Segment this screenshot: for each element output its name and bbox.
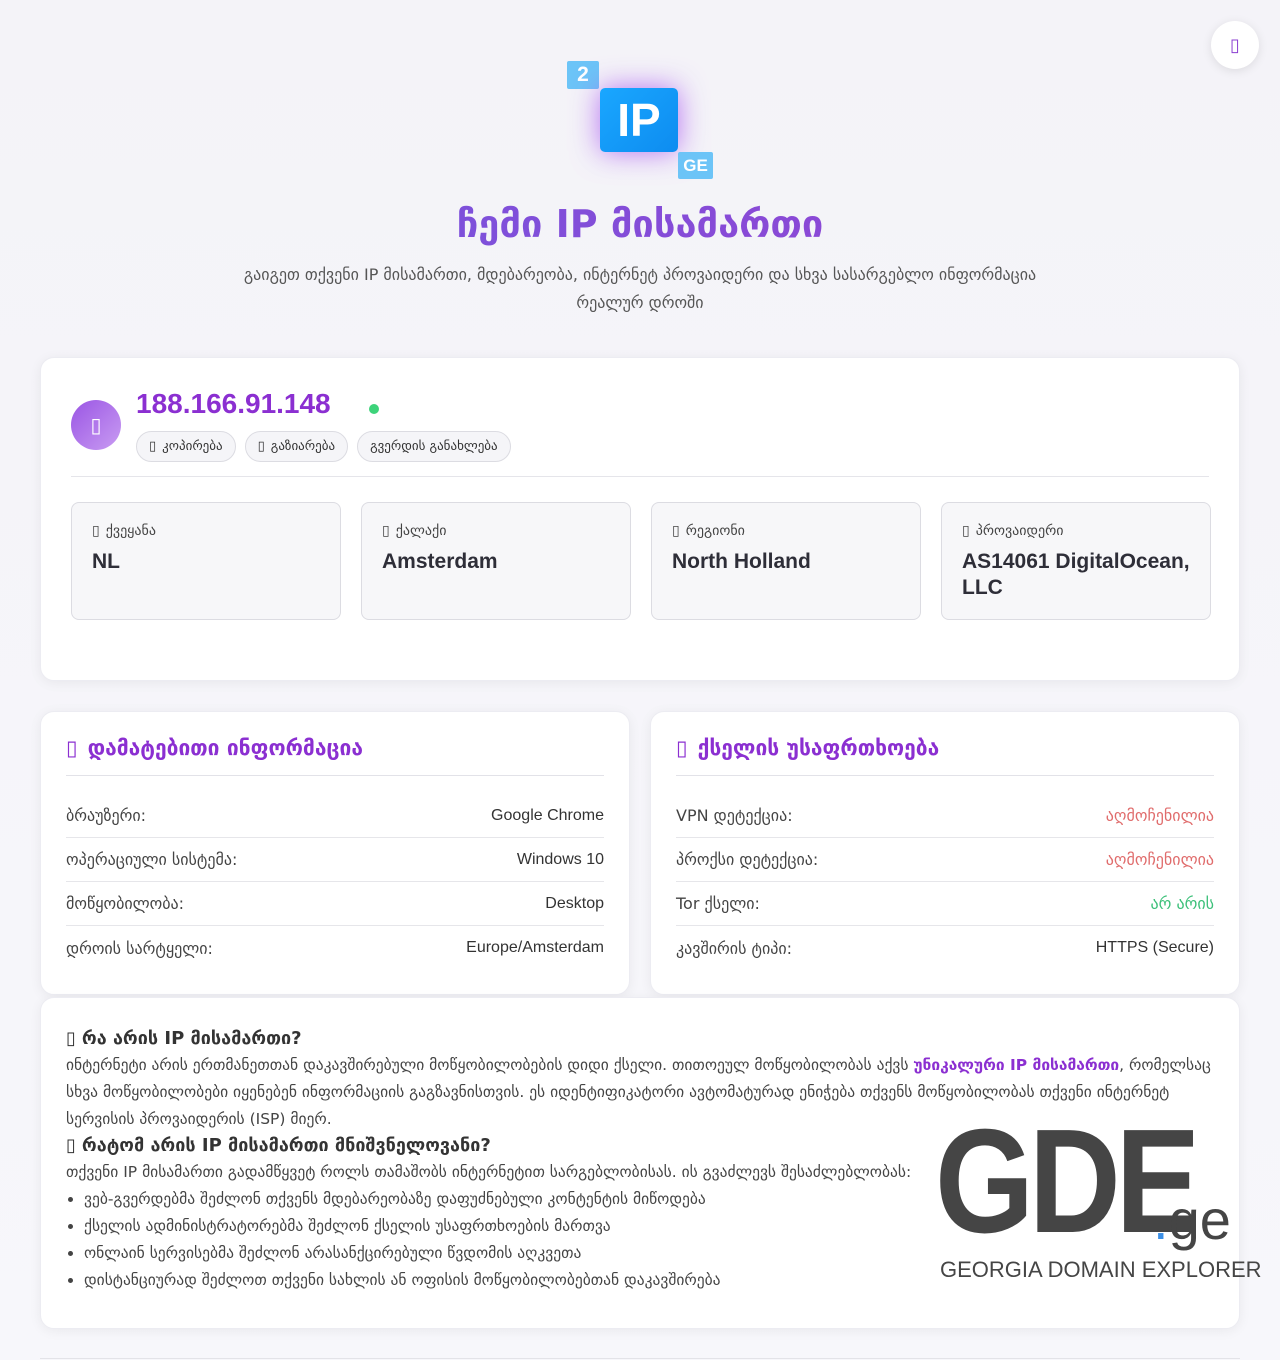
stat-region-label: ▯ რეგიონი	[672, 523, 900, 539]
stat-provider-label-text: პროვაიდერი	[975, 523, 1064, 539]
info-value: Europe/Amsterdam	[466, 939, 604, 956]
lightbulb-icon: ▯	[66, 1135, 76, 1156]
stat-city: ▯ ქალაქი Amsterdam	[361, 502, 631, 620]
stat-country-label: ▯ ქვეყანა	[92, 523, 320, 539]
logo-ip: IP	[600, 88, 678, 152]
share-label: გაზიარება	[270, 439, 336, 454]
info-icon: ▯	[66, 736, 78, 760]
shield-icon: ▯	[676, 736, 688, 760]
stat-provider-value: AS14061 DigitalOcean, LLC	[962, 550, 1190, 599]
gde-tld-text: ge	[1168, 1188, 1231, 1251]
security-key: Tor ქსელი:	[676, 894, 760, 913]
vpn-status: აღმოჩენილია	[1105, 806, 1214, 825]
stat-country-label-text: ქვეყანა	[105, 523, 156, 539]
about-heading-1-text: რა არის IP მისამართი?	[81, 1028, 302, 1049]
page-title: ჩემი IP მისამართი	[0, 202, 1280, 246]
network-glyph: ▯	[90, 413, 102, 437]
info-key: დროის სარტყელი:	[66, 938, 213, 958]
security-title-text: ქსელის უსაფრთხოება	[697, 736, 940, 760]
info-key: ბრაუზერი:	[66, 806, 147, 825]
extra-info-rows: ბრაუზერი: Google Chrome ოპერაციული სისტე…	[66, 794, 604, 970]
theme-toggle-button[interactable]: ▯	[1211, 21, 1259, 69]
about-heading-1: ▯ რა არის IP მისამართი?	[66, 1026, 1216, 1052]
gde-dot: .	[1153, 1188, 1169, 1251]
security-row: Tor ქსელი: არ არის	[676, 882, 1214, 926]
stat-region: ▯ რეგიონი North Holland	[651, 502, 921, 620]
online-status-dot	[369, 404, 379, 414]
logo-badge-ge: GE	[678, 152, 713, 179]
about-p1-a: ინტერნეტი არის ერთმანეთთან დაკავშირებული…	[66, 1056, 914, 1074]
divider	[71, 476, 1209, 477]
network-icon: ▯	[71, 400, 121, 450]
city-icon: ▯	[382, 523, 390, 539]
ip-card: ▯ 188.166.91.148 ▯ კოპირება ▯ გაზიარება …	[40, 357, 1240, 681]
info-row: მოწყობილობა: Desktop	[66, 882, 604, 926]
extra-info-title: ▯ დამატებითი ინფორმაცია	[66, 736, 604, 776]
stat-provider-label: ▯ პროვაიდერი	[962, 523, 1190, 539]
moon-icon: ▯	[1230, 34, 1240, 56]
footer-divider	[40, 1358, 1240, 1359]
stat-city-label-text: ქალაქი	[395, 523, 447, 539]
extra-info-title-text: დამატებითი ინფორმაცია	[87, 736, 363, 760]
security-key: პროქსი დეტექცია:	[676, 850, 819, 869]
share-icon: ▯	[257, 439, 265, 454]
ip-address[interactable]: 188.166.91.148	[136, 388, 331, 420]
server-icon: ▯	[962, 523, 970, 539]
stat-provider: ▯ პროვაიდერი AS14061 DigitalOcean, LLC	[941, 502, 1211, 620]
info-row: დროის სარტყელი: Europe/Amsterdam	[66, 926, 604, 970]
gde-tagline: GEORGIA DOMAIN EXPLORER	[940, 1257, 1262, 1282]
stat-country: ▯ ქვეყანა NL	[71, 502, 341, 620]
gde-watermark-logo: GDE .ge GEORGIA DOMAIN EXPLORER	[935, 1108, 1262, 1287]
info-value: Google Chrome	[491, 806, 604, 824]
stat-city-label: ▯ ქალაქი	[382, 523, 610, 539]
security-title: ▯ ქსელის უსაფრთხოება	[676, 736, 1214, 776]
stat-region-label-text: რეგიონი	[685, 523, 745, 539]
proxy-status: აღმოჩენილია	[1105, 850, 1214, 869]
connection-type: HTTPS (Secure)	[1095, 939, 1214, 956]
about-highlight: უნიკალური IP მისამართი	[913, 1056, 1120, 1074]
ip-actions: ▯ კოპირება ▯ გაზიარება გვერდის განახლება	[136, 431, 511, 462]
copy-icon: ▯	[149, 439, 157, 454]
stat-city-value: Amsterdam	[382, 550, 498, 573]
refresh-button[interactable]: გვერდის განახლება	[357, 431, 511, 462]
security-key: კავშირის ტიპი:	[676, 938, 793, 958]
about-heading-2-text: რატომ არის IP მისამართი მნიშვნელოვანი?	[81, 1135, 491, 1156]
refresh-label: გვერდის განახლება	[370, 439, 498, 454]
info-value: Desktop	[545, 894, 604, 912]
info-row: ოპერაციული სისტემა: Windows 10	[66, 838, 604, 882]
copy-button[interactable]: ▯ კოპირება	[136, 431, 236, 462]
security-row: პროქსი დეტექცია: აღმოჩენილია	[676, 838, 1214, 882]
tor-status: არ არის	[1150, 894, 1214, 913]
copy-label: კოპირება	[162, 439, 223, 454]
info-value: Windows 10	[516, 850, 604, 868]
site-logo[interactable]: 2 IP GE	[562, 58, 717, 183]
security-row: VPN დეტექცია: აღმოჩენილია	[676, 794, 1214, 838]
info-key: მოწყობილობა:	[66, 894, 185, 913]
question-icon: ▯	[66, 1028, 76, 1049]
extra-info-card: ▯ დამატებითი ინფორმაცია ბრაუზერი: Google…	[40, 711, 630, 995]
logo-badge-2: 2	[567, 61, 599, 89]
security-key: VPN დეტექცია:	[676, 806, 793, 825]
stat-region-value: North Holland	[672, 550, 811, 573]
security-card: ▯ ქსელის უსაფრთხოება VPN დეტექცია: აღმოჩ…	[650, 711, 1240, 995]
page-subtitle: გაიგეთ თქვენი IP მისამართი, მდებარეობა, …	[243, 265, 1037, 312]
info-key: ოპერაციული სისტემა:	[66, 850, 238, 869]
flag-icon: ▯	[92, 523, 100, 539]
security-row: კავშირის ტიპი: HTTPS (Secure)	[676, 926, 1214, 970]
map-icon: ▯	[672, 523, 680, 539]
security-rows: VPN დეტექცია: აღმოჩენილია პროქსი დეტექცი…	[676, 794, 1214, 970]
gde-tld: .ge	[1153, 1187, 1231, 1252]
share-button[interactable]: ▯ გაზიარება	[244, 431, 349, 462]
info-row: ბრაუზერი: Google Chrome	[66, 794, 604, 838]
location-stats: ▯ ქვეყანა NL ▯ ქალაქი Amsterdam ▯ რეგიონ…	[71, 502, 1211, 620]
stat-country-value: NL	[92, 550, 120, 573]
